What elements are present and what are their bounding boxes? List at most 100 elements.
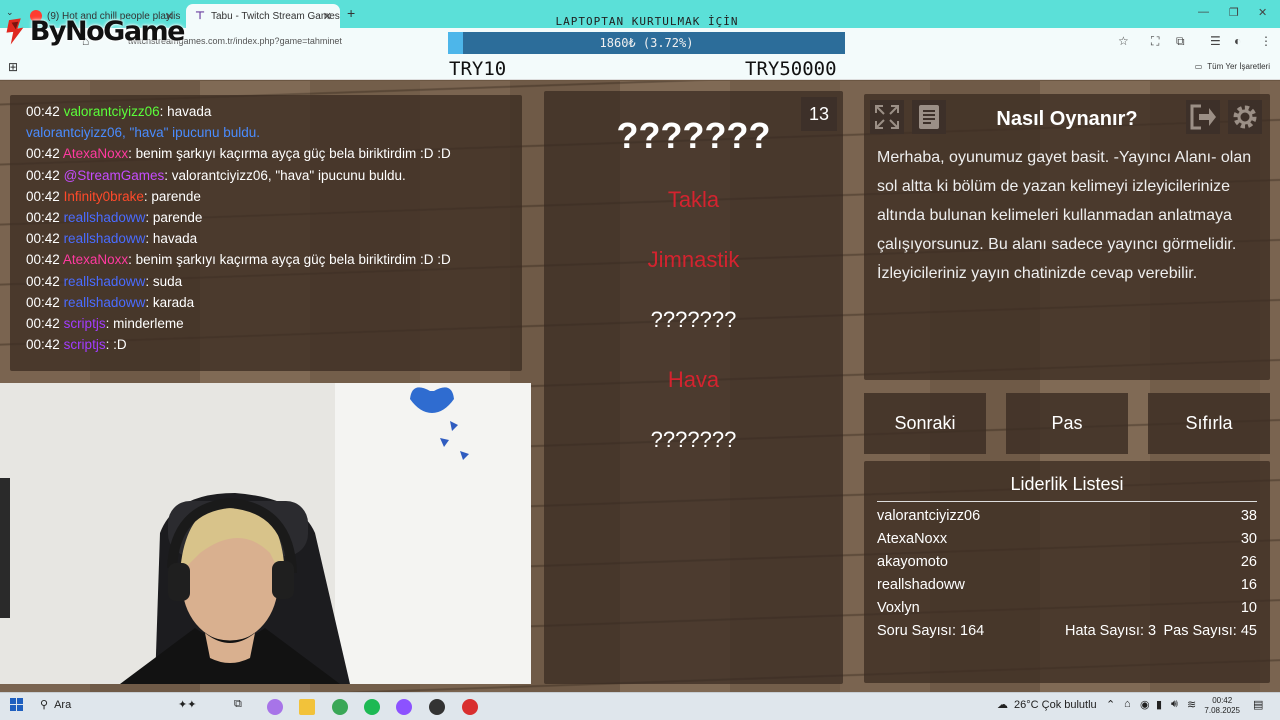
record-app-icon[interactable] bbox=[462, 699, 478, 715]
next-button[interactable]: Sonraki bbox=[864, 393, 986, 454]
chat-username[interactable]: reallshadoww bbox=[64, 231, 146, 246]
notification-icon[interactable]: ▤ bbox=[1253, 698, 1263, 711]
chat-username[interactable]: reallshadoww bbox=[64, 274, 146, 289]
taskbar-clock[interactable]: 00:42 7.08.2025 bbox=[1204, 696, 1240, 716]
screenshot-icon[interactable]: ⛶ bbox=[1151, 34, 1159, 49]
leaderboard-row: akayomoto 26 bbox=[877, 554, 1257, 570]
close-tab-icon[interactable]: ✕ bbox=[323, 10, 332, 23]
donation-progress-bar: 1860₺ (3.72%) bbox=[448, 32, 845, 54]
leaderboard-name: akayomoto bbox=[877, 554, 948, 570]
exit-icon[interactable] bbox=[1186, 100, 1220, 134]
chat-username[interactable]: valorantciyizz06 bbox=[64, 104, 160, 119]
folder-icon: ▭ bbox=[1194, 62, 1203, 71]
tab-tabu[interactable]: ⊤ Tabu - Twitch Stream Games ✕ bbox=[186, 4, 340, 28]
how-to-play-text: Merhaba, oyunumuz gayet basit. -Yayıncı … bbox=[877, 149, 1252, 282]
chat-panel: 00:42 valorantciyizz06: havada valorantci… bbox=[10, 95, 522, 371]
copilot-icon[interactable] bbox=[267, 699, 283, 715]
extensions-icon[interactable]: ⧉ bbox=[1176, 34, 1185, 49]
apps-grid-icon[interactable]: ⊞ bbox=[8, 60, 18, 74]
chat-username[interactable]: AtexaNoxx bbox=[63, 252, 128, 267]
copilot-highlight-icon[interactable]: ✦✦ bbox=[178, 698, 196, 711]
file-explorer-icon[interactable] bbox=[299, 699, 315, 715]
question-count: Soru Sayısı: 164 bbox=[877, 623, 985, 639]
plus-icon[interactable]: + bbox=[347, 5, 355, 21]
tray-app-icon[interactable]: ◉ bbox=[1140, 698, 1150, 711]
leaderboard-score: 30 bbox=[1240, 531, 1257, 547]
tray-chevron-icon[interactable]: ⌃ bbox=[1106, 698, 1115, 711]
chat-time: 00:42 bbox=[26, 337, 60, 353]
chrome-icon[interactable] bbox=[332, 699, 348, 715]
network-icon[interactable]: ⌂ bbox=[1124, 698, 1131, 710]
wifi-icon[interactable]: ≋ bbox=[1187, 698, 1196, 711]
how-to-play-panel: Nasıl Oynanır? Merhaba, oyunumuz gayet b… bbox=[864, 94, 1270, 380]
chat-username[interactable]: @StreamGames bbox=[64, 168, 165, 183]
chat-message: 00:42 @StreamGames: valorantciyizz06, "h… bbox=[26, 165, 506, 186]
obs-icon[interactable] bbox=[429, 699, 445, 715]
all-bookmarks[interactable]: ▭ Tüm Yer İşaretleri bbox=[1195, 62, 1270, 71]
chat-time: 00:42 bbox=[26, 273, 60, 289]
donation-max-label: TRY50000 bbox=[745, 58, 837, 80]
pass-count: Pas Sayısı: 45 bbox=[1163, 623, 1258, 639]
leaderboard-name: reallshadoww bbox=[877, 577, 965, 593]
chat-text: : karada bbox=[145, 294, 195, 310]
battery-icon[interactable]: ▮ bbox=[1156, 698, 1162, 711]
chat-username[interactable]: Infinity0brake bbox=[64, 189, 144, 204]
chat-message: 00:42 scriptjs: minderleme bbox=[26, 313, 506, 334]
discord-icon[interactable] bbox=[396, 699, 412, 715]
chat-text: : parende bbox=[143, 188, 201, 204]
leaderboard-name: valorantciyizz06 bbox=[877, 508, 981, 524]
taskbar-search[interactable]: ⚲ Ara bbox=[40, 698, 71, 712]
chat-username[interactable]: reallshadoww bbox=[64, 210, 146, 225]
chat-text: : havada bbox=[145, 231, 198, 247]
game-area: 00:42 valorantciyizz06: havada valorantci… bbox=[0, 81, 1280, 692]
leaderboard-name: Voxlyn bbox=[877, 600, 920, 616]
leaderboard-name: AtexaNoxx bbox=[877, 531, 948, 547]
task-view-icon[interactable]: ⧉ bbox=[234, 698, 242, 711]
reset-button[interactable]: Sıfırla bbox=[1148, 393, 1270, 454]
gear-icon[interactable] bbox=[1228, 100, 1262, 134]
pass-button[interactable]: Pas bbox=[1006, 393, 1128, 454]
volume-icon[interactable]: 🔊︎ bbox=[1171, 698, 1178, 711]
leaderboard-score: 38 bbox=[1240, 508, 1257, 524]
chat-text: "hava" ipucunu buldu. bbox=[125, 125, 260, 141]
restore-icon[interactable]: ❐ bbox=[1229, 6, 1239, 19]
chat-text: : :D bbox=[105, 337, 127, 353]
star-icon[interactable]: ☆ bbox=[1118, 34, 1129, 48]
leaderboard-score: 16 bbox=[1240, 577, 1257, 593]
weather-widget[interactable]: ☁ 26°C Çok bulutlu bbox=[997, 698, 1097, 712]
chat-username[interactable]: scriptjs bbox=[64, 316, 106, 331]
chat-text: : parende bbox=[145, 209, 203, 225]
clock-time: 00:42 bbox=[1212, 696, 1233, 705]
chat-time: 00:42 bbox=[26, 294, 60, 310]
chat-message: 00:42 valorantciyizz06: havada bbox=[26, 101, 506, 122]
weather-text: 26°C Çok bulutlu bbox=[1014, 698, 1097, 711]
chat-username[interactable]: scriptjs bbox=[64, 337, 106, 352]
webcam-feed bbox=[0, 383, 531, 684]
chat-text: : valorantciyizz06, "hava" ipucunu buldu… bbox=[164, 167, 406, 183]
chat-time: 00:42 bbox=[26, 231, 60, 247]
menu-icon[interactable]: ⋮ bbox=[1260, 34, 1272, 48]
chat-message: 00:42 reallshadoww: karada bbox=[26, 292, 506, 313]
window-close-icon[interactable]: ✕ bbox=[1258, 6, 1267, 19]
chat-username[interactable]: reallshadoww bbox=[64, 295, 146, 310]
clock-date: 7.08.2025 bbox=[1204, 706, 1240, 715]
profile-icon[interactable]: ◐ bbox=[1234, 34, 1241, 48]
chat-text: : suda bbox=[145, 273, 183, 289]
chat-username[interactable]: valorantciyizz06, bbox=[26, 125, 126, 140]
leaderboard-row: Voxlyn 10 bbox=[877, 600, 1257, 616]
chat-time: 00:42 bbox=[26, 104, 60, 119]
spotify-icon[interactable] bbox=[364, 699, 380, 715]
leaderboard-panel: Liderlik Listesi Soru Sayısı: 164 Hata S… bbox=[864, 461, 1270, 683]
streamer-webcam-image bbox=[0, 383, 531, 684]
chat-time: 00:42 bbox=[26, 188, 60, 204]
target-word: ??????? bbox=[616, 115, 771, 156]
reading-list-icon[interactable]: ☰ bbox=[1210, 34, 1221, 48]
minimize-icon[interactable]: — bbox=[1198, 6, 1209, 18]
chat-message: valorantciyizz06, "hava" ipucunu buldu. bbox=[26, 122, 506, 143]
chat-text: : benim şarkıyı kaçırma ayça güç bela bi… bbox=[128, 252, 451, 268]
chat-text: : havada bbox=[159, 104, 212, 119]
windows-start-icon[interactable] bbox=[10, 698, 23, 711]
forbidden-word: Hava bbox=[667, 367, 720, 392]
donation-goal-title: LAPTOPTAN KURTULMAK İÇİN bbox=[555, 15, 739, 28]
chat-username[interactable]: AtexaNoxx bbox=[63, 146, 128, 161]
